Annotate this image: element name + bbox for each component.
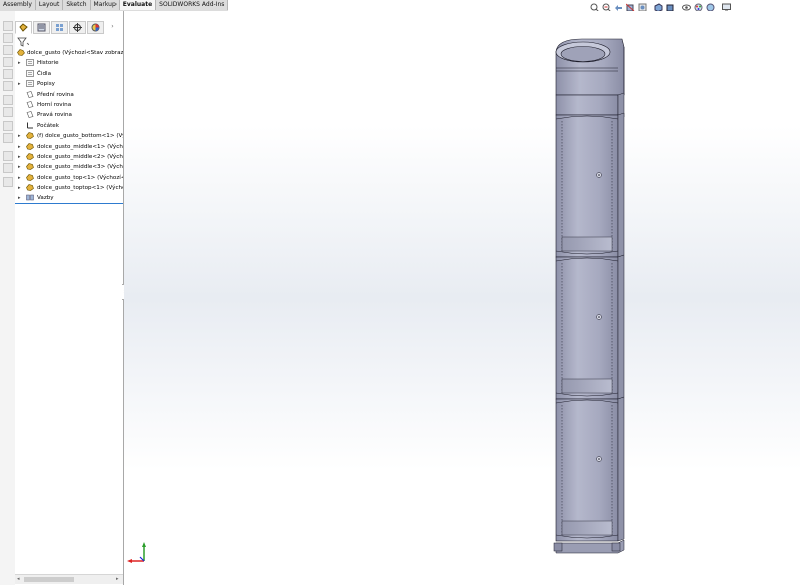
tree-item-label: dolce_gusto_toptop<1> (Výchozí (37, 185, 123, 192)
panel-tabs: › (15, 21, 123, 34)
middle-section (555, 112, 625, 258)
tabs-overflow-chevron[interactable]: › (115, 0, 117, 10)
part-icon (26, 142, 34, 150)
tree-item-label: dolce_gusto_middle<2> (Výchozí (37, 153, 123, 160)
annotations-folder-icon (26, 80, 34, 87)
assembly-icon (17, 49, 25, 56)
plane-icon (26, 90, 34, 98)
expand-arrow-icon[interactable]: ▸ (18, 58, 21, 68)
tree-item[interactable]: ▸ (f) dolce_gusto_bottom<1> (Vých (15, 131, 123, 141)
command-tab-solidworks-add-ins[interactable]: SOLIDWORKS Add-Ins (156, 0, 229, 10)
reference-triad (127, 542, 146, 563)
tool-icon[interactable] (3, 151, 13, 161)
feature-tree: dolce_gusto (Výchozí<Stav zobrazení ▸ His… (15, 48, 123, 204)
tree-item-label: dolce_gusto_top<1> (Výchozí<<V (37, 174, 123, 181)
tree-item-label: Vazby (37, 195, 54, 202)
tree-item[interactable]: Čidla (15, 69, 123, 79)
feature-manager-panel: › dolce_gusto (Výchozí<Stav zobrazení ▸ H… (15, 11, 124, 585)
part-icon (26, 184, 34, 191)
tool-icon[interactable] (3, 107, 13, 117)
tree-item-label: Pravá rovina (37, 112, 72, 119)
graphics-viewport[interactable] (124, 11, 800, 585)
tool-icon[interactable] (3, 69, 13, 79)
tool-icon[interactable] (3, 177, 13, 187)
part-icon (26, 153, 34, 160)
tool-icon[interactable] (3, 95, 13, 105)
toptop-part (555, 38, 625, 99)
origin-icon (27, 122, 33, 129)
tree-item[interactable]: Pravá rovina (15, 110, 123, 120)
tree-item[interactable]: ▸ Popisy (15, 79, 123, 89)
tree-filter[interactable] (17, 37, 37, 47)
expand-arrow-icon[interactable]: ▸ (18, 142, 21, 152)
tree-item[interactable]: Počátek (15, 121, 123, 131)
middle-parts (555, 112, 625, 542)
tree-root-label: dolce_gusto (Výchozí<Stav zobrazení (27, 50, 123, 56)
left-toolbar-strip (0, 11, 16, 585)
expand-arrow-icon[interactable]: ▸ (18, 183, 21, 193)
scroll-right-arrow[interactable]: ▸ (116, 576, 119, 582)
scroll-left-arrow[interactable]: ◂ (17, 576, 20, 582)
tree-item[interactable]: ▸ dolce_gusto_middle<1> (Výchozí (15, 142, 123, 152)
part-icon (26, 132, 34, 139)
history-folder-icon (26, 59, 34, 67)
tree-item[interactable]: ▸ dolce_gusto_top<1> (Výchozí<<V (15, 173, 123, 183)
tool-icon[interactable] (3, 57, 13, 67)
command-tab-layout[interactable]: Layout (36, 0, 64, 10)
configuration-manager-tab[interactable] (51, 21, 68, 34)
tree-root[interactable]: dolce_gusto (Výchozí<Stav zobrazení (15, 48, 123, 58)
tool-icon[interactable] (3, 21, 13, 31)
tree-item[interactable]: ▸ dolce_gusto_middle<3> (Výchozí (15, 162, 123, 172)
plane-icon (26, 111, 34, 119)
tree-item[interactable]: ▸ Historie (15, 58, 123, 68)
sensors-folder-icon (26, 69, 34, 77)
mates-folder-icon (26, 195, 34, 201)
tree-item-label: Čidla (37, 70, 51, 77)
dimxpert-manager-tab[interactable] (69, 21, 86, 34)
command-tab-sketch[interactable]: Sketch (63, 0, 91, 10)
filter-icon[interactable] (17, 37, 31, 47)
tree-item[interactable]: ▸ dolce_gusto_middle<2> (Výchozí (15, 152, 123, 162)
horizontal-scrollbar[interactable]: ◂ ▸ (15, 574, 123, 584)
scroll-thumb[interactable] (24, 577, 74, 582)
expand-arrow-icon[interactable]: ▸ (18, 152, 21, 162)
tree-item-label: dolce_gusto_middle<3> (Výchozí (37, 164, 123, 171)
command-tab-evaluate[interactable]: Evaluate (119, 0, 157, 10)
tree-item-label: Historie (37, 60, 59, 67)
property-manager-tab[interactable] (33, 21, 50, 34)
plane-icon (26, 101, 34, 108)
tree-item-label: Počátek (37, 122, 59, 129)
tool-icon[interactable] (3, 33, 13, 43)
panel-tabs-overflow[interactable]: › (105, 21, 120, 32)
middle-section (555, 254, 625, 400)
expand-arrow-icon[interactable]: ▸ (18, 131, 21, 141)
tree-item-label: Přední rovina (37, 91, 74, 98)
display-manager-tab[interactable] (87, 21, 104, 34)
tool-icon[interactable] (3, 133, 13, 143)
tool-icon[interactable] (3, 81, 13, 91)
feature-manager-tab[interactable] (15, 21, 32, 34)
tool-icon[interactable] (3, 163, 13, 173)
tree-item-label: Horní rovina (37, 101, 72, 108)
middle-section (555, 396, 625, 542)
assembly-model (553, 38, 625, 554)
expand-arrow-icon[interactable]: ▸ (18, 193, 21, 203)
tree-items: ▸ Historie Čidla ▸ Popisy Přední rovina Horní … (15, 58, 123, 203)
expand-arrow-icon[interactable]: ▸ (18, 173, 21, 183)
tree-item[interactable]: ▸ dolce_gusto_toptop<1> (Výchozí (15, 183, 123, 193)
tree-end-marker (15, 203, 123, 204)
expand-arrow-icon[interactable]: ▸ (18, 79, 21, 89)
tool-icon[interactable] (3, 121, 13, 131)
tree-item-label: Popisy (37, 81, 55, 88)
part-icon (26, 163, 34, 171)
command-tab-assembly[interactable]: Assembly (0, 0, 36, 10)
tool-icon[interactable] (3, 45, 13, 55)
tree-item[interactable]: Horní rovina (15, 100, 123, 110)
tree-item-label: (f) dolce_gusto_bottom<1> (Vých (37, 133, 123, 140)
part-icon (26, 173, 34, 181)
tree-item-label: dolce_gusto_middle<1> (Výchozí (37, 143, 123, 150)
bottom-part (553, 539, 625, 554)
expand-arrow-icon[interactable]: ▸ (18, 162, 21, 172)
tree-item[interactable]: Přední rovina (15, 90, 123, 100)
